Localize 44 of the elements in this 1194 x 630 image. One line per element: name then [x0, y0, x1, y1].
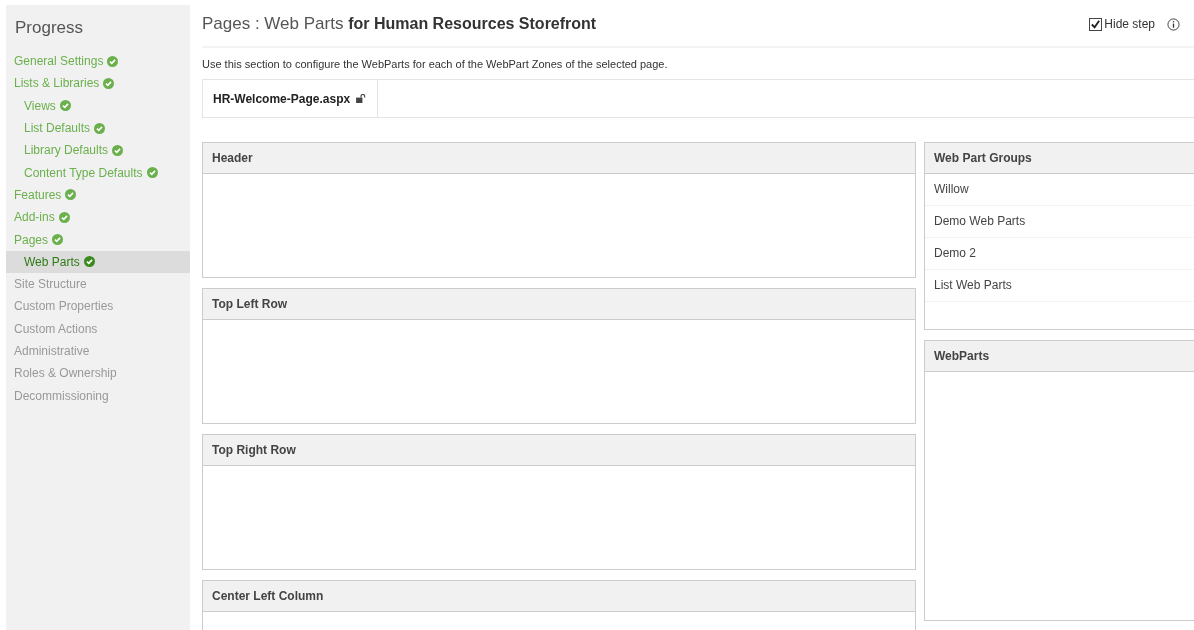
sidebar-item[interactable]: Library Defaults	[6, 139, 190, 162]
sidebar-title: Progress	[14, 17, 85, 39]
hide-step-checkbox[interactable]: Hide step	[1089, 17, 1155, 31]
sidebar-item[interactable]: Add-ins	[6, 206, 190, 229]
sidebar-item[interactable]: List Defaults	[6, 116, 190, 140]
check-circle-icon	[146, 167, 158, 179]
sidebar-item[interactable]: Web Parts	[6, 250, 190, 273]
checkbox[interactable]	[1089, 17, 1103, 31]
sidebar-item[interactable]: General Settings	[6, 50, 190, 73]
check-circle-icon	[83, 256, 95, 268]
sidebar-item[interactable]: Content Type Defaults	[6, 161, 190, 184]
sidebar-item[interactable]: Site Structure	[6, 272, 190, 296]
check-circle-icon	[103, 77, 115, 89]
zone-header: Top Left Row	[203, 289, 915, 320]
group-item[interactable]: Willow	[925, 174, 1194, 206]
sidebar-item[interactable]: Lists & Libraries	[6, 72, 190, 95]
check-circle-icon	[58, 211, 70, 223]
page-title: Pages : Web Parts for Human Resources Storefront	[202, 14, 598, 34]
sidebar-item[interactable]: Roles & Ownership	[6, 362, 190, 385]
sidebar-item[interactable]: Features	[6, 183, 190, 207]
sidebar-item[interactable]: Pages	[6, 228, 190, 251]
check-circle-icon	[107, 55, 119, 67]
sidebar-item[interactable]: Custom Actions	[6, 317, 190, 340]
description-text: Use this section to configure the WebParts for each of the WebPart Zones of the selected page.	[202, 58, 669, 70]
zone-header: Center Left Column	[203, 581, 915, 612]
group-item[interactable]: Demo Web Parts	[925, 206, 1194, 238]
panel-header: WebParts	[925, 341, 1194, 372]
sidebar-item[interactable]: Views	[6, 94, 190, 117]
zone-header: Top Right Row	[203, 435, 915, 466]
panel-header: Web Part Groups	[925, 143, 1194, 174]
check-circle-icon	[94, 122, 106, 134]
check-circle-icon	[65, 189, 77, 201]
sidebar-item[interactable]: Custom Properties	[6, 295, 190, 318]
group-item[interactable]: Demo 2	[925, 238, 1194, 270]
check-circle-icon	[112, 144, 124, 156]
hide-step-label: Hide step	[1104, 17, 1155, 31]
group-item[interactable]: List Web Parts	[925, 270, 1194, 302]
page-file-tab[interactable]: HR-Welcome-Page.aspx	[203, 80, 379, 117]
sidebar-item[interactable]: Decommissioning	[6, 384, 190, 407]
zone-header: Header	[203, 143, 915, 174]
sidebar-item[interactable]: Administrative	[6, 339, 190, 363]
check-circle-icon	[59, 100, 71, 112]
info-icon[interactable]	[1167, 17, 1180, 31]
check-circle-icon	[52, 234, 64, 245]
